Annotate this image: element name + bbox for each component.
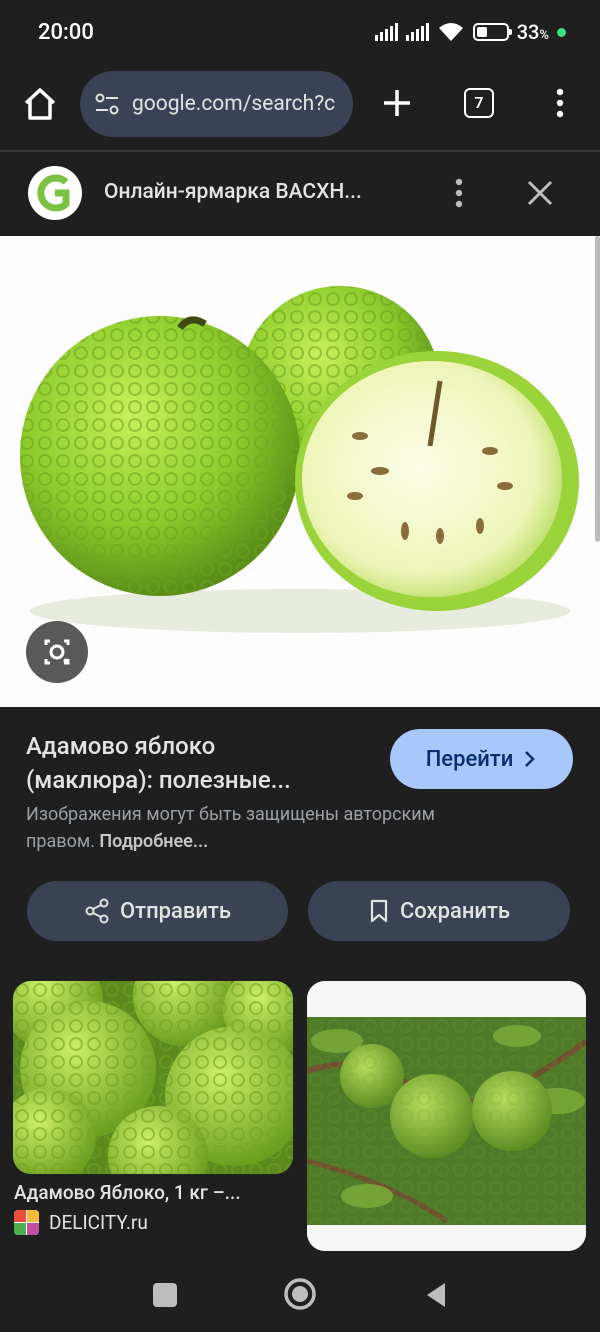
close-icon[interactable] <box>524 177 556 209</box>
source-favicon <box>14 1210 39 1235</box>
related-image-card[interactable] <box>13 981 293 1174</box>
site-header: Онлайн-ярмарка ВАСХН... <box>0 152 600 236</box>
chevron-right-icon <box>525 751 536 767</box>
related-image-tree <box>307 981 586 1251</box>
more-info-link[interactable]: Подробнее... <box>99 831 208 852</box>
related-image-title[interactable]: Адамово Яблоко, 1 кг –... <box>14 1181 241 1204</box>
battery-percent: 33% <box>516 20 549 44</box>
address-bar[interactable]: google.com/search?c <box>80 71 353 137</box>
related-image-source[interactable]: DELICITY.ru <box>14 1210 148 1235</box>
privacy-indicator-dot <box>557 27 566 37</box>
result-info-panel: Адамово яблоко (маклюра): полезные... Пе… <box>0 707 600 1267</box>
lens-icon <box>44 639 70 665</box>
signal-icon <box>374 23 398 41</box>
related-image <box>13 981 293 1174</box>
visit-button[interactable]: Перейти <box>390 729 573 789</box>
more-vert-icon[interactable] <box>549 86 571 120</box>
copyright-notice: Изображения могут быть защищены авторски… <box>26 804 435 852</box>
related-image-card-2[interactable] <box>307 981 586 1251</box>
save-button[interactable]: Сохранить <box>308 881 570 941</box>
main-image[interactable] <box>0 236 600 707</box>
site-title[interactable]: Онлайн-ярмарка ВАСХН... <box>104 180 362 204</box>
status-bar: 20:00 33% <box>0 0 600 66</box>
browser-toolbar: google.com/search?c 7 <box>0 66 600 150</box>
site-settings-icon[interactable] <box>94 91 120 117</box>
status-time: 20:00 <box>38 20 94 45</box>
back-icon[interactable] <box>423 1280 449 1310</box>
google-lens-button[interactable] <box>26 621 88 683</box>
status-icons: 33% <box>374 20 566 44</box>
share-button[interactable]: Отправить <box>27 881 288 941</box>
result-title[interactable]: Адамово яблоко (маклюра): полезные... <box>26 729 366 797</box>
bookmark-icon <box>370 899 388 923</box>
battery-icon <box>472 23 512 41</box>
wifi-icon <box>438 23 463 41</box>
site-favicon <box>28 166 82 220</box>
system-nav-bar <box>0 1258 600 1332</box>
share-icon <box>85 898 109 924</box>
nav-home-icon[interactable] <box>283 1277 317 1311</box>
scrollbar[interactable] <box>595 236 600 542</box>
home-icon[interactable] <box>20 84 60 124</box>
site-logo-icon <box>37 174 70 212</box>
site-more-icon[interactable] <box>448 176 470 210</box>
url-text: google.com/search?c <box>132 92 336 116</box>
signal-icon-2 <box>405 23 429 41</box>
recent-apps-icon[interactable] <box>153 1283 177 1307</box>
new-tab-icon[interactable] <box>380 86 414 120</box>
osage-orange-image <box>20 286 579 633</box>
tab-switcher-button[interactable]: 7 <box>464 88 494 118</box>
